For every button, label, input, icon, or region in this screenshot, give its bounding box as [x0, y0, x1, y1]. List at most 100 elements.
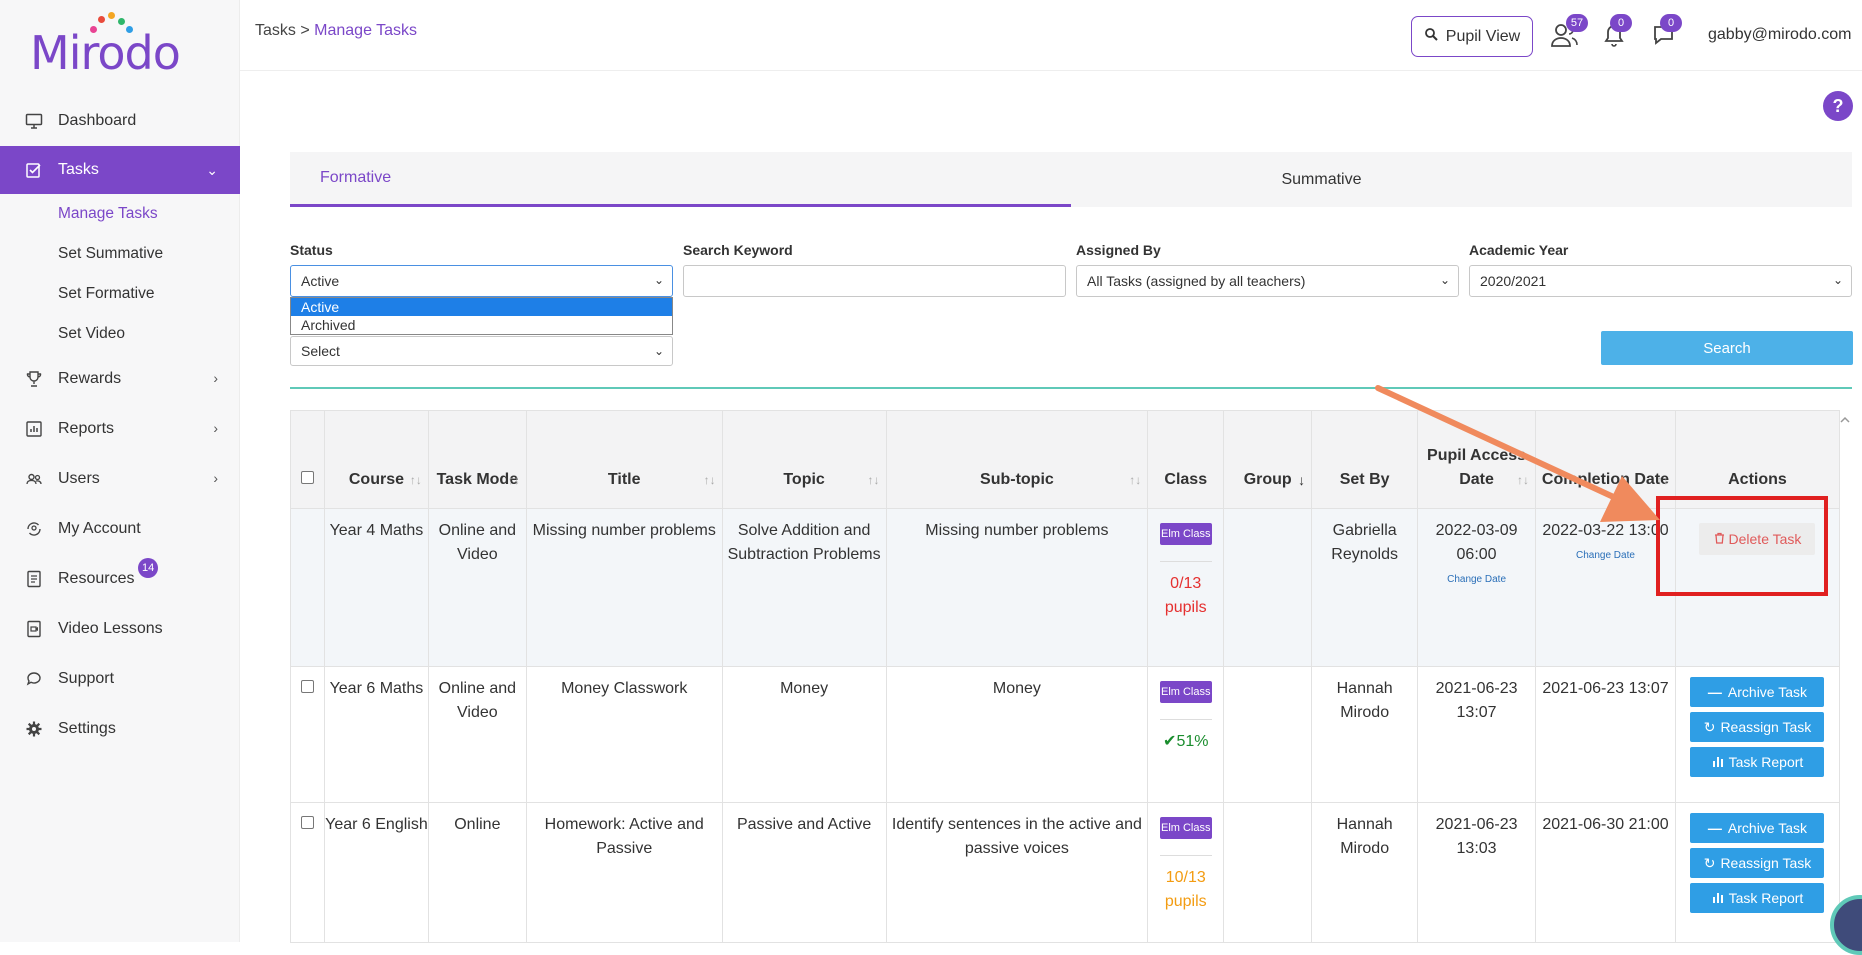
- sidebar-item-video-lessons[interactable]: Video Lessons: [0, 604, 240, 654]
- sidebar-subitem-set-video[interactable]: Set Video: [0, 314, 240, 354]
- status-label: Status: [290, 242, 333, 258]
- sidebar-item-label: My Account: [58, 520, 141, 537]
- class-separator: [1159, 561, 1212, 562]
- group-cell: [1223, 508, 1313, 667]
- row-select-cell: [290, 666, 325, 803]
- chat-icon: [1652, 26, 1676, 52]
- sidebar-item-support[interactable]: Support: [0, 654, 240, 704]
- archive-task-label: Archive Task: [1727, 684, 1808, 700]
- archive-task-button[interactable]: — Archive Task: [1690, 813, 1825, 843]
- status-select[interactable]: Active ⌄: [290, 265, 673, 297]
- col-course[interactable]: Course ↑↓: [323, 410, 429, 509]
- status-option-active[interactable]: Active: [291, 298, 672, 316]
- assigned-by-select[interactable]: All Tasks (assigned by all teachers) ⌄: [1076, 265, 1459, 297]
- messages-button[interactable]: 0: [1652, 14, 1684, 52]
- account-icon: [24, 519, 44, 539]
- access-date-cell: 2021-06-23 13:03: [1417, 802, 1537, 943]
- archive-task-button[interactable]: — Archive Task: [1690, 677, 1825, 707]
- pupil-view-button[interactable]: Pupil View: [1411, 16, 1533, 57]
- row-checkbox[interactable]: [300, 816, 314, 829]
- help-button[interactable]: ?: [1823, 91, 1853, 121]
- sidebar-item-label: Support: [58, 670, 115, 687]
- table-scrollbar[interactable]: [1838, 410, 1852, 942]
- secondary-select[interactable]: Select ⌄: [290, 336, 673, 366]
- pupil-view-label: Pupil View: [1445, 27, 1521, 45]
- sidebar-item-label: Users: [58, 470, 100, 487]
- set-by-cell: Hannah Mirodo: [1311, 666, 1419, 803]
- col-group-label: Group: [1243, 471, 1292, 488]
- refresh-icon: ↻: [1703, 719, 1716, 735]
- table-row: Year 6 Maths Online and Video Money Clas…: [290, 666, 1841, 803]
- task-report-button[interactable]: Task Report: [1690, 883, 1825, 913]
- sort-icon: ↑↓: [1129, 473, 1142, 487]
- search-button[interactable]: Search: [1601, 331, 1853, 365]
- academic-year-select[interactable]: 2020/2021 ⌄: [1469, 265, 1852, 297]
- academic-year-label: Academic Year: [1469, 242, 1569, 258]
- sidebar-item-my-account[interactable]: My Account: [0, 504, 240, 554]
- sidebar-subitem-set-summative[interactable]: Set Summative: [0, 234, 240, 274]
- task-mode-cell: Online: [427, 802, 527, 943]
- change-access-date-link[interactable]: Change Date: [1418, 573, 1535, 587]
- sidebar: Mirodo Dashboard Tasks ⌄ Manage Tasks Se…: [0, 0, 240, 942]
- row-checkbox[interactable]: [300, 680, 314, 693]
- col-subtopic[interactable]: Sub-topic ↑↓: [885, 410, 1149, 509]
- col-course-label: Course: [348, 471, 404, 488]
- col-group[interactable]: Group ↓: [1223, 410, 1313, 509]
- search-keyword-input[interactable]: [683, 265, 1066, 297]
- tasks-icon: [24, 160, 44, 180]
- sort-desc-icon: ↓: [1298, 472, 1306, 488]
- tab-summative[interactable]: Summative: [931, 152, 1712, 207]
- sidebar-item-rewards[interactable]: Rewards ›: [0, 354, 240, 404]
- status-option-archived[interactable]: Archived: [291, 316, 672, 334]
- chevron-down-icon: ⌄: [653, 344, 664, 358]
- chevron-down-icon: ⌄: [1832, 273, 1843, 287]
- chevron-down-icon: ⌄: [206, 162, 218, 178]
- trophy-icon: [24, 369, 44, 389]
- breadcrumb-separator: >: [300, 22, 310, 39]
- col-task-mode[interactable]: Task Mode ↑↓: [427, 410, 527, 509]
- breadcrumb-root[interactable]: Tasks: [255, 22, 296, 39]
- col-title-label: Title: [607, 471, 641, 488]
- notifications-button[interactable]: 0: [1602, 14, 1634, 52]
- task-report-button[interactable]: Task Report: [1690, 747, 1825, 777]
- actions-cell: — Archive Task ↻ Reassign Task Task Report: [1674, 802, 1841, 943]
- reassign-task-button[interactable]: ↻ Reassign Task: [1690, 712, 1825, 742]
- class-tag[interactable]: Elm Class: [1159, 817, 1212, 839]
- class-tag[interactable]: Elm Class: [1159, 523, 1212, 545]
- task-report-label: Task Report: [1728, 754, 1804, 770]
- mirodo-logo[interactable]: Mirodo: [30, 12, 190, 80]
- user-email[interactable]: gabby@mirodo.com: [1708, 26, 1851, 44]
- change-completion-date-link[interactable]: Change Date: [1536, 549, 1675, 563]
- col-title[interactable]: Title ↑↓: [525, 410, 723, 509]
- sidebar-item-reports[interactable]: Reports ›: [0, 404, 240, 454]
- sidebar-subitem-manage-tasks[interactable]: Manage Tasks: [0, 194, 240, 234]
- search-icon: [1424, 27, 1438, 46]
- sidebar-item-label: Settings: [58, 720, 116, 737]
- sort-icon: ↑↓: [703, 473, 716, 487]
- sidebar-nav: Dashboard Tasks ⌄ Manage Tasks Set Summa…: [0, 96, 240, 754]
- reassign-task-button[interactable]: ↻ Reassign Task: [1690, 848, 1825, 878]
- video-icon: [24, 619, 44, 639]
- sidebar-subitem-set-formative[interactable]: Set Formative: [0, 274, 240, 314]
- progress-stat: 10/13 pupils: [1164, 869, 1207, 910]
- secondary-select-value: Select: [301, 343, 340, 359]
- table-row: Year 6 English Online Homework: Active a…: [290, 802, 1841, 943]
- progress-stat: ✔51%: [1148, 730, 1223, 754]
- sidebar-item-settings[interactable]: Settings: [0, 704, 240, 754]
- class-tag[interactable]: Elm Class: [1159, 681, 1212, 703]
- gear-icon: [24, 719, 44, 739]
- minus-icon: —: [1707, 820, 1722, 836]
- keyword-label: Search Keyword: [683, 242, 793, 258]
- select-all-checkbox[interactable]: [300, 471, 314, 484]
- task-mode-cell: Online and Video: [427, 508, 527, 667]
- sidebar-item-dashboard[interactable]: Dashboard: [0, 96, 240, 146]
- sidebar-item-resources[interactable]: Resources 14: [0, 554, 240, 604]
- completion-date-cell: 2021-06-23 13:07: [1535, 666, 1676, 803]
- users-header-button[interactable]: 57: [1550, 14, 1588, 52]
- users-icon: [1550, 24, 1580, 52]
- sidebar-item-users[interactable]: Users ›: [0, 454, 240, 504]
- archive-task-label: Archive Task: [1727, 820, 1808, 836]
- resources-icon: [24, 569, 44, 589]
- sidebar-item-tasks[interactable]: Tasks ⌄: [0, 146, 240, 194]
- col-topic[interactable]: Topic ↑↓: [721, 410, 887, 509]
